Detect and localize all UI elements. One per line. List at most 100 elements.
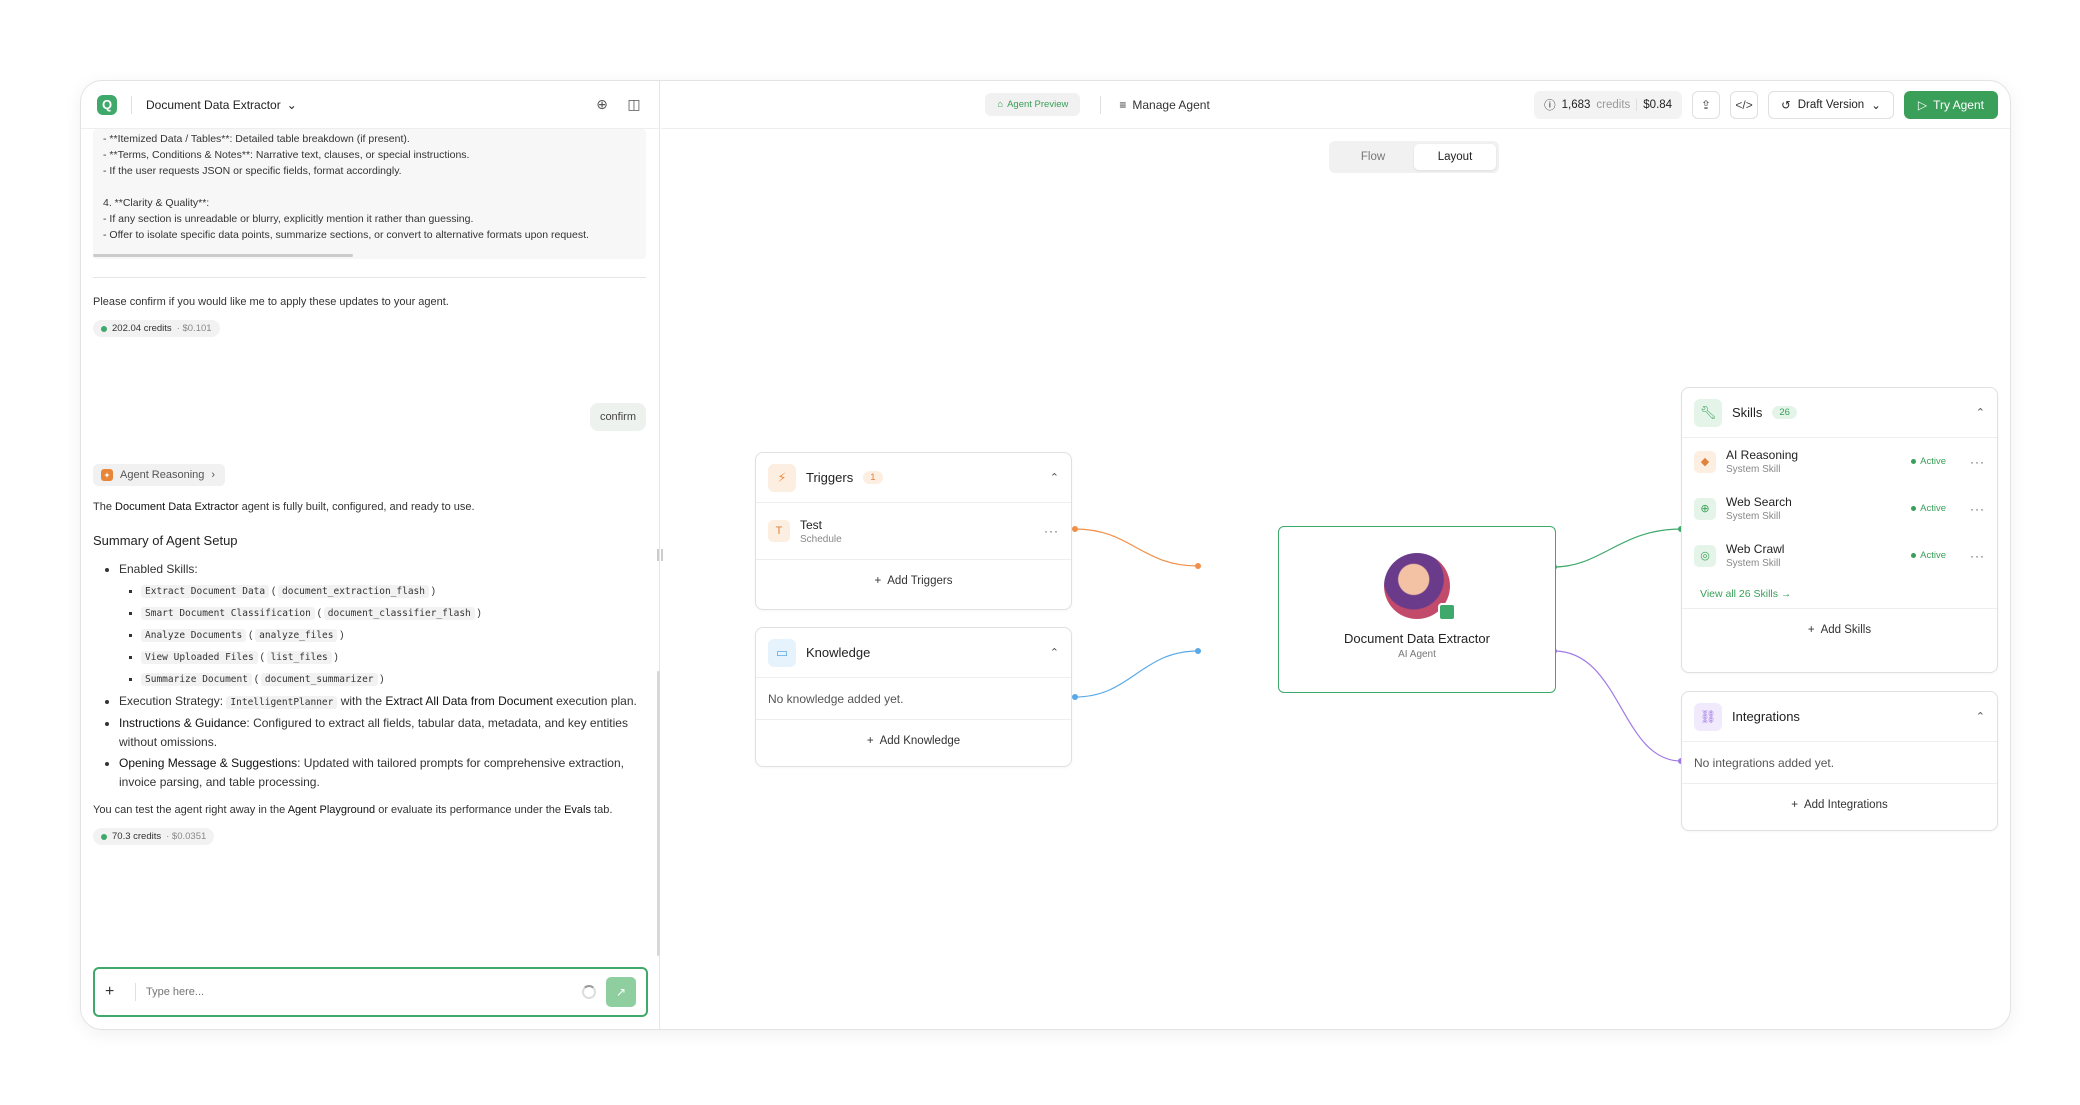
- credit-amount: 202.04 credits: [112, 323, 172, 334]
- skills-card: 🔧︎ Skills 26 ⌃ ◆ AI Reasoning System Ski…: [1681, 387, 1998, 673]
- test-text: You can test the agent right away in the…: [93, 804, 613, 816]
- triggers-count-badge: 1: [863, 471, 883, 484]
- skill-list-item: Summarize Document ( document_summarizer…: [141, 670, 646, 689]
- skill-list-item: Analyze Documents ( analyze_files ): [141, 626, 646, 645]
- send-button[interactable]: ↗: [606, 977, 636, 1007]
- app-logo[interactable]: Q: [97, 94, 117, 115]
- chevron-right-icon: ›: [211, 469, 216, 481]
- chat-panel: Q Document Data Extractor ⌄ ⊕ ◫ - **Item…: [81, 81, 660, 1029]
- attach-plus-icon[interactable]: +: [105, 983, 125, 1001]
- skill-name: Web Crawl: [1726, 542, 1785, 556]
- code-line: - If the user requests JSON or specific …: [103, 165, 402, 177]
- vertical-scrollbar[interactable]: [657, 671, 660, 956]
- trigger-type: Schedule: [800, 533, 842, 545]
- skill-item[interactable]: ⊕ Web Search System Skill Active ···: [1682, 485, 1997, 532]
- skill-list-item: Smart Document Classification ( document…: [141, 604, 646, 623]
- wrench-icon: 🔧︎: [1694, 398, 1722, 427]
- plus-icon: +: [1791, 799, 1798, 811]
- trigger-item[interactable]: T Test Schedule ···: [756, 503, 1071, 560]
- confirm-prompt: Please confirm if you would like me to a…: [93, 296, 449, 308]
- list-item: Enabled Skills: Extract Document Data ( …: [119, 560, 646, 689]
- more-options-icon[interactable]: ···: [1044, 524, 1059, 538]
- triggers-card: ⚡ Triggers 1 ⌃ T Test Schedule ··· + Add…: [755, 452, 1072, 610]
- book-icon: ▭: [768, 638, 796, 667]
- lightning-icon: ⚡: [768, 463, 796, 492]
- trigger-name: Test: [800, 517, 823, 532]
- code-block: - **Itemized Data / Tables**: Detailed t…: [93, 129, 646, 259]
- agent-node-title: Document Data Extractor: [1344, 631, 1490, 646]
- chevron-down-icon: ⌄: [286, 97, 297, 112]
- triggers-title: Triggers: [806, 470, 854, 485]
- agent-title: Document Data Extractor: [146, 97, 281, 112]
- add-skills-button[interactable]: + Add Skills: [1682, 609, 1997, 651]
- credit-cost: · $0.0351: [166, 831, 207, 842]
- status-badge: Active: [1911, 503, 1946, 514]
- add-triggers-label: Add Triggers: [887, 575, 953, 587]
- plus-icon: +: [866, 735, 874, 747]
- chat-input[interactable]: [146, 986, 582, 998]
- view-all-skills-link[interactable]: View all 26 Skills →: [1682, 579, 1997, 609]
- knowledge-connector: [1074, 650, 1199, 698]
- chevron-up-icon[interactable]: ⌃: [1976, 710, 1985, 723]
- code-line: - **Itemized Data / Tables**: Detailed t…: [103, 133, 410, 145]
- summary-list: Enabled Skills: Extract Document Data ( …: [93, 560, 646, 792]
- agent-node-type: AI Agent: [1398, 649, 1436, 660]
- plus-icon: +: [1807, 624, 1815, 636]
- new-chat-icon[interactable]: ⊕: [593, 96, 611, 114]
- more-options-icon[interactable]: ···: [1970, 455, 1985, 469]
- integrations-card: ⛓︎ Integrations ⌃ No integrations added …: [1681, 691, 1998, 831]
- trigger-connector-dot: [1072, 526, 1078, 532]
- skill-list-item: View Uploaded Files ( list_files ): [141, 648, 646, 667]
- credit-cost: · $0.101: [176, 323, 212, 334]
- skill-item[interactable]: ◆ AI Reasoning System Skill Active ···: [1682, 438, 1997, 485]
- chevron-up-icon[interactable]: ⌃: [1976, 406, 1985, 419]
- status-badge: Active: [1911, 456, 1946, 467]
- knowledge-connector-dot: [1195, 648, 1201, 654]
- code-line: - **Terms, Conditions & Notes**: Narrati…: [103, 149, 470, 161]
- add-knowledge-label: Add Knowledge: [879, 735, 961, 747]
- credit-badge: 70.3 credits · $0.0351: [93, 828, 215, 845]
- sidebar-toggle-icon[interactable]: ◫: [625, 96, 643, 114]
- skill-item[interactable]: ◎ Web Crawl System Skill Active ···: [1682, 532, 1997, 579]
- chat-input-bar: + ↗: [93, 967, 648, 1017]
- agent-node[interactable]: Document Data Extractor AI Agent: [1278, 526, 1556, 693]
- agent-selector[interactable]: Document Data Extractor ⌄: [146, 98, 297, 112]
- app-window: Q Document Data Extractor ⌄ ⊕ ◫ - **Item…: [80, 80, 2011, 1030]
- credit-badge: 202.04 credits · $0.101: [93, 320, 220, 337]
- integrations-header[interactable]: ⛓︎ Integrations ⌃: [1682, 692, 1997, 742]
- code-line: - If any section is unreadable or blurry…: [103, 213, 474, 225]
- integrations-empty-text: No integrations added yet.: [1682, 742, 1997, 784]
- skill-type: System Skill: [1726, 558, 1781, 569]
- agent-reasoning-toggle[interactable]: ✦ Agent Reasoning ›: [93, 464, 226, 486]
- reasoning-label: Agent Reasoning: [120, 469, 205, 481]
- skills-header[interactable]: 🔧︎ Skills 26 ⌃: [1682, 388, 1997, 438]
- integrations-connector: [1553, 650, 1682, 762]
- chevron-up-icon[interactable]: ⌃: [1050, 471, 1059, 484]
- loading-spinner-icon: [582, 985, 596, 999]
- skill-name: AI Reasoning: [1726, 448, 1799, 462]
- more-options-icon[interactable]: ···: [1970, 549, 1985, 563]
- skills-count-badge: 26: [1772, 406, 1797, 419]
- skills-title: Skills: [1732, 405, 1763, 420]
- knowledge-header[interactable]: ▭ Knowledge ⌃: [756, 628, 1071, 678]
- more-options-icon[interactable]: ···: [1970, 502, 1985, 516]
- brain-icon: ◆: [1694, 450, 1716, 473]
- chevron-up-icon[interactable]: ⌃: [1050, 646, 1059, 659]
- link-icon: ⛓︎: [1694, 702, 1722, 731]
- list-item: Execution Strategy: IntelligentPlanner w…: [119, 692, 646, 712]
- globe-icon: ⊕: [1694, 497, 1716, 520]
- skill-name: Web Search: [1726, 495, 1792, 509]
- trigger-connector: [1074, 528, 1199, 567]
- triggers-header[interactable]: ⚡ Triggers 1 ⌃: [756, 453, 1071, 503]
- add-integrations-button[interactable]: + Add Integrations: [1682, 784, 1997, 826]
- divider: [135, 983, 136, 1001]
- trigger-connector-dot: [1195, 563, 1201, 569]
- horizontal-scrollbar[interactable]: [93, 254, 353, 257]
- add-triggers-button[interactable]: + Add Triggers: [756, 560, 1071, 602]
- add-knowledge-button[interactable]: + Add Knowledge: [756, 720, 1071, 762]
- code-line: 4. **Clarity & Quality**:: [103, 197, 210, 209]
- ready-text: The Document Data Extractor agent is ful…: [93, 501, 475, 513]
- knowledge-card: ▭ Knowledge ⌃ No knowledge added yet. + …: [755, 627, 1072, 767]
- credit-amount: 70.3 credits: [112, 831, 162, 842]
